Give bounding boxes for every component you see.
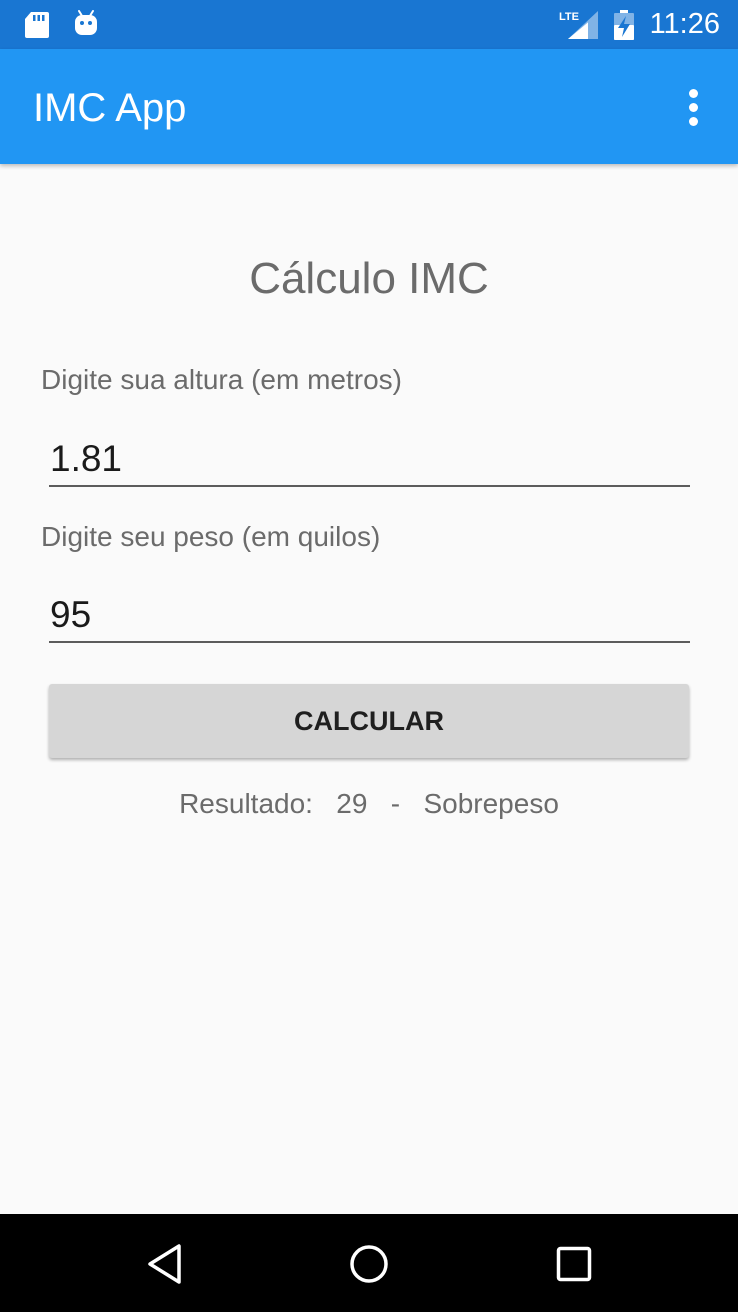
- weight-input[interactable]: [49, 589, 690, 643]
- lte-signal-icon: LTE: [559, 11, 598, 39]
- sd-card-icon: [25, 12, 49, 38]
- result-text: Resultado: 29 - Sobrepeso: [0, 786, 738, 822]
- result-classification: Sobrepeso: [423, 788, 559, 819]
- navigation-bar: [0, 1214, 738, 1312]
- status-clock: 11:26: [649, 8, 720, 40]
- status-bar: LTE 11:26: [0, 0, 738, 49]
- result-prefix: Resultado:: [179, 788, 313, 819]
- android-debug-icon: [75, 10, 97, 35]
- height-input[interactable]: [49, 433, 690, 487]
- app-title: IMC App: [33, 86, 187, 130]
- home-icon[interactable]: [345, 1240, 393, 1288]
- weight-label: Digite seu peso (em quilos): [41, 521, 381, 552]
- page-title: Cálculo IMC: [249, 254, 489, 303]
- calculate-button[interactable]: CALCULAR: [49, 684, 689, 758]
- more-vert-icon[interactable]: [672, 85, 714, 129]
- result-separator: -: [390, 788, 401, 819]
- height-label: Digite sua altura (em metros): [41, 364, 403, 395]
- battery-charging-icon: [614, 10, 634, 40]
- app-bar: IMC App: [0, 49, 738, 164]
- svg-text:LTE: LTE: [559, 11, 579, 23]
- recents-icon[interactable]: [550, 1240, 598, 1288]
- result-value: 29: [336, 788, 368, 819]
- back-icon[interactable]: [141, 1240, 189, 1288]
